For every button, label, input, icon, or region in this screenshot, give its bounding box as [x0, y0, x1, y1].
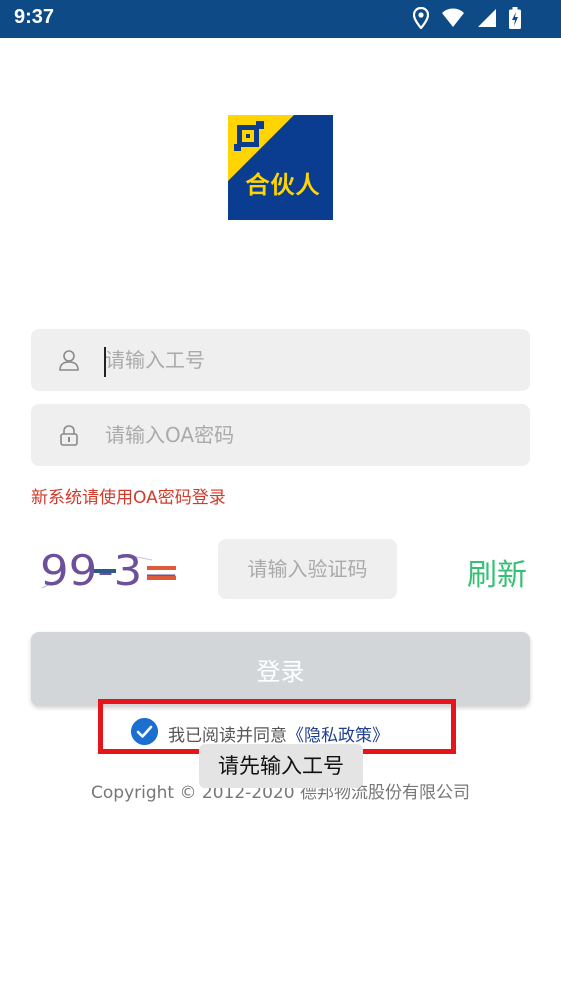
refresh-captcha-button[interactable]: 刷新 [467, 550, 527, 594]
captcha-input[interactable] [218, 539, 397, 599]
employee-id-input[interactable] [105, 329, 505, 391]
toast-message: 请先输入工号 [199, 744, 363, 788]
battery-charging-icon [509, 7, 521, 29]
text-caret [104, 347, 106, 377]
lock-icon [60, 425, 78, 446]
agreement-checkbox[interactable] [131, 718, 158, 745]
signal-icon [478, 9, 496, 27]
status-icons [413, 7, 521, 29]
agreement-text: 我已阅读并同意《隐私政策》 [168, 721, 389, 746]
login-button[interactable]: 登录 [31, 632, 530, 706]
password-hint: 新系统请使用OA密码登录 [31, 488, 226, 508]
logo-text: 合伙人 [245, 171, 321, 199]
location-icon [413, 7, 429, 29]
user-icon [59, 350, 79, 371]
password-field[interactable] [31, 404, 530, 466]
agreement-label: 我已阅读并同意 [168, 726, 287, 746]
status-bar: 9:37 [0, 0, 561, 38]
status-time: 9:37 [14, 6, 55, 28]
captcha-image[interactable]: 99-3= [32, 540, 188, 598]
privacy-policy-link[interactable]: 《隐私政策》 [287, 726, 389, 746]
password-input[interactable] [105, 404, 505, 466]
wifi-icon [442, 8, 464, 27]
app-logo: 合伙人 [228, 115, 333, 220]
